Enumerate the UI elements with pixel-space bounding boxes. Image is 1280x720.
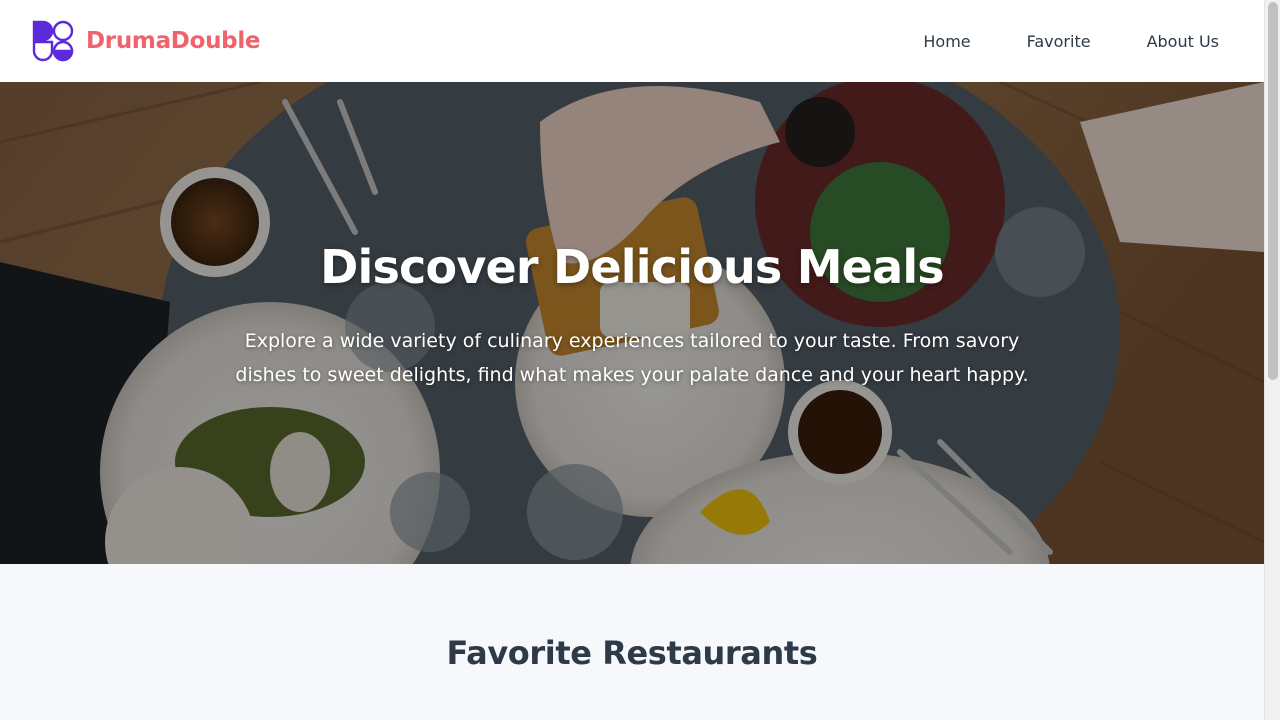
main-nav: Home Favorite About Us	[923, 32, 1219, 51]
page: DrumaDouble Home Favorite About Us Disco…	[0, 0, 1280, 720]
brand-logo-icon	[32, 20, 74, 62]
section-title: Favorite Restaurants	[446, 634, 818, 672]
nav-link-about-us[interactable]: About Us	[1147, 32, 1219, 51]
brand-name: DrumaDouble	[86, 28, 261, 54]
page-scrollbar[interactable]	[1264, 0, 1280, 720]
brand[interactable]: DrumaDouble	[32, 20, 261, 62]
hero-subtitle: Explore a wide variety of culinary exper…	[235, 330, 1029, 386]
hero-content: Discover Delicious Meals Explore a wide …	[0, 240, 1264, 392]
nav-link-home[interactable]: Home	[923, 32, 970, 51]
scrollbar-thumb[interactable]	[1268, 2, 1278, 380]
nav-link-favorite[interactable]: Favorite	[1027, 32, 1091, 51]
site-header: DrumaDouble Home Favorite About Us	[0, 0, 1264, 82]
hero-section: Discover Delicious Meals Explore a wide …	[0, 82, 1264, 564]
favorite-restaurants-section: Favorite Restaurants	[0, 564, 1264, 720]
hero-title: Discover Delicious Meals	[320, 240, 945, 294]
